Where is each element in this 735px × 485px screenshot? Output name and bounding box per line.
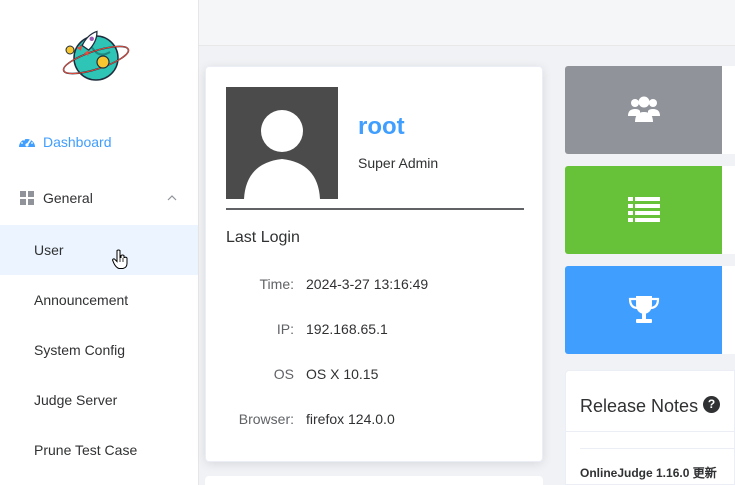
users-tile[interactable]	[565, 66, 722, 154]
sidebar-item-label: Dashboard	[43, 134, 112, 150]
username: root	[358, 113, 405, 140]
hand-pointer-icon	[112, 249, 128, 269]
help-icon[interactable]: ?	[703, 396, 720, 413]
sidebar-item-judge-server[interactable]: Judge Server	[0, 375, 198, 425]
sidebar: Dashboard General User Announcement Syst…	[0, 0, 199, 485]
sidebar-item-prune-test-case[interactable]: Prune Test Case	[0, 425, 198, 475]
user-role: Super Admin	[358, 155, 439, 171]
dashboard-icon	[19, 138, 35, 147]
tile-edge	[722, 266, 735, 354]
field-value: 2024-3-27 13:16:49	[306, 276, 429, 292]
avatar	[226, 87, 338, 199]
field-label: IP:	[276, 321, 294, 337]
sidebar-item-system-config[interactable]: System Config	[0, 325, 198, 375]
sidebar-item-label: Prune Test Case	[34, 442, 138, 458]
tile-edge	[722, 166, 735, 254]
profile-card: root Super Admin Last Login Time: 2024-3…	[205, 66, 543, 462]
field-label: Time:	[259, 276, 294, 292]
field-label: Browser:	[238, 411, 294, 427]
trophy-icon	[628, 296, 659, 323]
rocket-planet-logo	[62, 30, 130, 81]
chevron-up-icon	[167, 195, 177, 201]
field-value: firefox 124.0.0	[306, 411, 395, 427]
divider	[226, 208, 524, 210]
divider	[580, 448, 735, 449]
sidebar-item-dashboard[interactable]: Dashboard	[0, 117, 198, 167]
sidebar-item-label: Judge Server	[34, 392, 118, 408]
contests-tile[interactable]	[565, 266, 722, 354]
secondary-card	[205, 476, 543, 485]
sidebar-item-label: Announcement	[34, 292, 129, 308]
release-notes-title: Release Notes	[580, 396, 699, 416]
sidebar-item-general[interactable]: General	[0, 173, 198, 223]
top-bar	[199, 0, 735, 46]
last-login-title: Last Login	[226, 229, 300, 246]
sidebar-item-label: General	[43, 190, 93, 206]
grid-icon	[20, 191, 34, 205]
sidebar-item-announcement[interactable]: Announcement	[0, 275, 198, 325]
tile-edge	[722, 66, 735, 154]
sidebar-item-label: User	[34, 242, 64, 258]
sidebar-item-user[interactable]: User	[0, 225, 198, 275]
list-icon	[627, 197, 660, 222]
user-silhouette-icon	[244, 110, 320, 199]
problems-tile[interactable]	[565, 166, 722, 254]
users-icon	[627, 96, 660, 122]
sidebar-item-label: System Config	[34, 342, 126, 358]
field-value: OS X 10.15	[306, 366, 379, 382]
release-notes-card: Release Notes ? OnlineJudge 1.16.0 更新	[565, 370, 735, 485]
field-value: 192.168.65.1	[306, 321, 388, 337]
divider	[566, 431, 735, 432]
field-label: OS	[273, 366, 294, 382]
release-item-title: OnlineJudge 1.16.0 更新	[580, 466, 717, 480]
